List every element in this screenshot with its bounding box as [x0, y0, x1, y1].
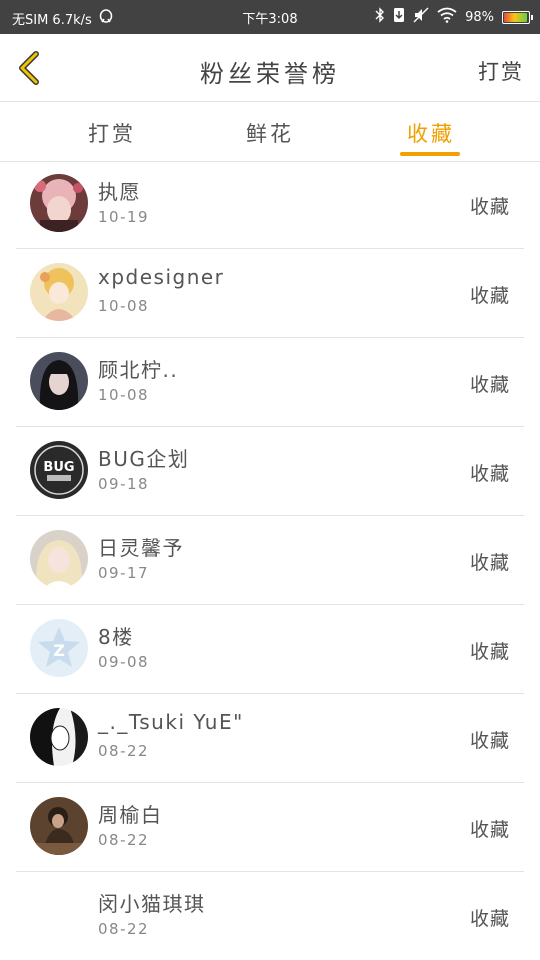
avatar [30, 352, 88, 410]
user-date: 10-08 [98, 386, 150, 404]
user-date: 08-22 [98, 831, 150, 849]
user-name: 闵小猫琪琪 [98, 892, 206, 916]
favorite-label: 收藏 [469, 552, 510, 574]
mute-icon [413, 7, 429, 27]
favorite-label: 收藏 [469, 285, 510, 307]
user-name: xpdesigner [98, 265, 225, 289]
battery-icon [502, 10, 533, 24]
avatar: BUG [30, 441, 88, 499]
avatar: Z [30, 619, 88, 677]
tab-flowers[interactable]: 鲜花 [238, 118, 302, 148]
list-item[interactable]: xpdesigner 10-08 收藏 [0, 249, 540, 338]
fan-list: 执愿 10-19 收藏 xpdesigner 10-08 收藏 顾北柠.. 10… [0, 160, 540, 960]
user-date: 09-18 [98, 475, 150, 493]
list-item[interactable]: 周榆白 08-22 收藏 [0, 783, 540, 872]
user-date: 09-08 [98, 653, 150, 671]
tab-favorites[interactable]: 收藏 [400, 118, 462, 148]
avatar [30, 797, 88, 855]
reward-button[interactable]: 打赏 [478, 56, 524, 86]
bluetooth-icon [375, 7, 385, 27]
avatar [30, 530, 88, 588]
avatar [30, 263, 88, 321]
list-item[interactable]: Z 8楼 09-08 收藏 [0, 605, 540, 694]
nav-bar: 粉丝荣誉榜 打赏 [0, 34, 540, 102]
avatar [30, 174, 88, 232]
favorite-label: 收藏 [469, 730, 510, 752]
user-date: 08-22 [98, 920, 150, 938]
status-right: 98% [375, 7, 533, 27]
avatar [30, 708, 88, 766]
favorite-label: 收藏 [469, 374, 510, 396]
user-name: 顾北柠.. [98, 358, 179, 382]
list-item[interactable]: 执愿 10-19 收藏 [0, 160, 540, 249]
user-name: 周榆白 [98, 803, 163, 827]
list-item[interactable]: 日灵馨予 09-17 收藏 [0, 516, 540, 605]
active-tab-indicator [400, 152, 460, 156]
battery-level [504, 12, 528, 22]
status-bar: 无SIM 6.7k/s 下午3:08 98% [0, 0, 540, 34]
list-item[interactable]: BUG BUG企划 09-18 收藏 [0, 427, 540, 516]
user-date: 08-22 [98, 742, 150, 760]
user-name: 执愿 [98, 180, 141, 204]
favorite-label: 收藏 [469, 908, 510, 930]
user-date: 10-19 [98, 208, 150, 226]
user-name: 8楼 [98, 625, 134, 649]
list-item[interactable]: 闵小猫琪琪 08-22 收藏 [0, 872, 540, 960]
user-name: 日灵馨予 [98, 536, 184, 560]
wifi-icon [437, 7, 457, 27]
svg-text:Z: Z [53, 641, 65, 660]
battery-text: 98% [465, 9, 494, 25]
user-date: 10-08 [98, 297, 150, 315]
tab-reward[interactable]: 打赏 [80, 118, 144, 148]
user-name: BUG企划 [98, 447, 190, 471]
list-item[interactable]: 顾北柠.. 10-08 收藏 [0, 338, 540, 427]
page-title: 粉丝荣誉榜 [200, 60, 340, 88]
user-date: 09-17 [98, 564, 150, 582]
favorite-label: 收藏 [469, 196, 510, 218]
svg-text:BUG: BUG [43, 460, 74, 475]
user-name: _._Tsuki YuE" [98, 710, 244, 734]
avatar [30, 886, 88, 944]
list-item[interactable]: _._Tsuki YuE" 08-22 收藏 [0, 694, 540, 783]
favorite-label: 收藏 [469, 463, 510, 485]
favorite-label: 收藏 [469, 819, 510, 841]
favorite-label: 收藏 [469, 641, 510, 663]
download-icon [393, 7, 405, 27]
